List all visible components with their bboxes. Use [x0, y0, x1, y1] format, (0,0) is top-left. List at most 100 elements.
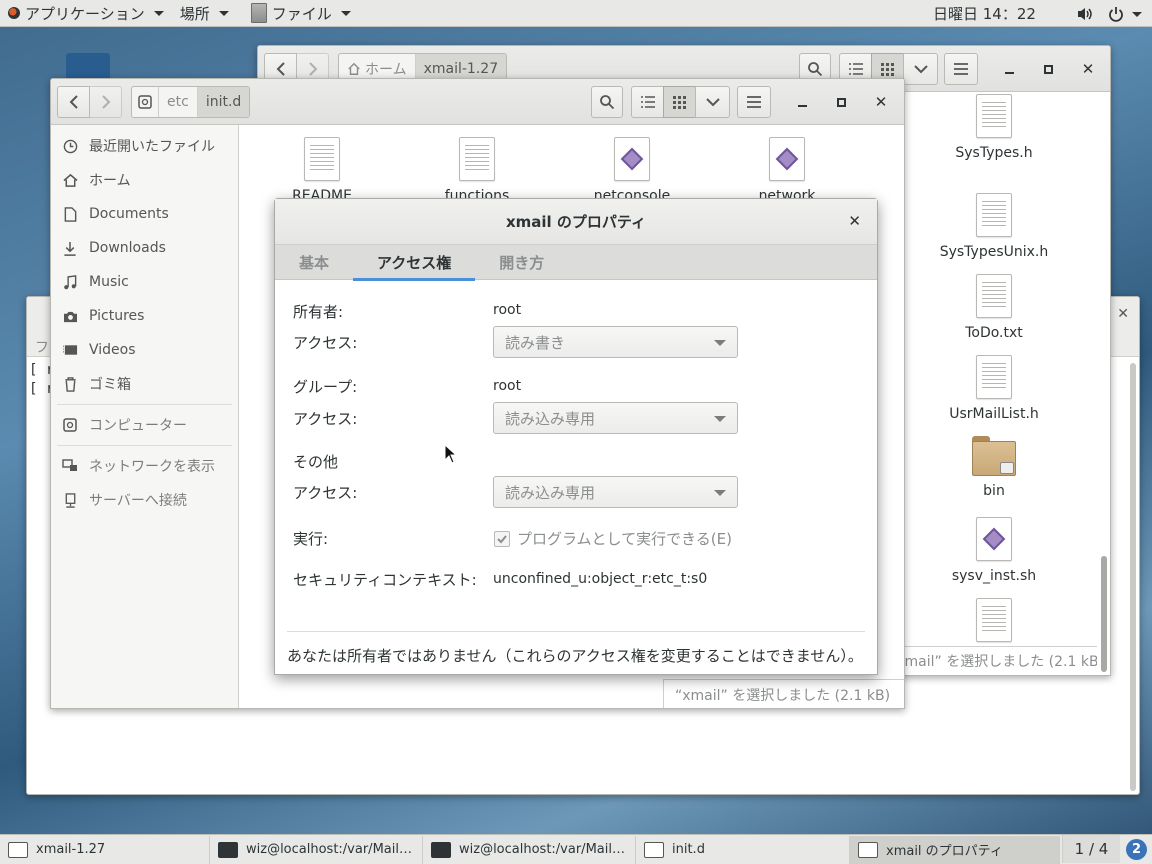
file-name: UsrMailList.h	[949, 406, 1039, 422]
workspace-indicator[interactable]: 1 / 4	[1062, 835, 1120, 863]
hamburger-icon	[747, 96, 761, 108]
chevron-down-icon	[218, 10, 229, 16]
sidebar-item-computer[interactable]: コンピューター	[51, 408, 238, 442]
document-icon	[976, 355, 1012, 399]
task-properties-dialog[interactable]: xmail のプロパティ	[850, 835, 1060, 864]
help-badge-label: 2	[1131, 842, 1142, 857]
view-options-button[interactable]	[695, 86, 730, 118]
breadcrumb: etc init.d	[131, 86, 251, 118]
applications-menu[interactable]: アプリケーション	[0, 0, 172, 27]
desktop-home-icon[interactable]	[66, 53, 110, 81]
places-menu-label: 場所	[179, 4, 210, 23]
sidebar-item-downloads[interactable]: Downloads	[51, 231, 238, 265]
sidebar-item-label: ネットワークを表示	[89, 459, 215, 475]
sidebar-item-documents[interactable]: Documents	[51, 197, 238, 231]
task-terminal-2[interactable]: wiz@localhost:/var/Mail…	[423, 835, 636, 864]
folder-item[interactable]: bin	[939, 436, 1049, 499]
breadcrumb-root[interactable]	[132, 87, 159, 117]
others-access-label: アクセス:	[293, 484, 358, 502]
tab-bar: 基本 アクセス権 開き方	[275, 245, 877, 281]
file-item[interactable]: sysv_inst.sh	[939, 517, 1049, 584]
owner-access-label: アクセス:	[293, 334, 358, 352]
properties-dialog[interactable]: xmail のプロパティ ✕ 基本 アクセス権 開き方 所有者: root アク…	[274, 198, 878, 675]
minimize-button[interactable]	[791, 91, 813, 113]
script-icon	[976, 517, 1012, 561]
hamburger-icon	[954, 63, 968, 75]
sidebar-item-label: ホーム	[89, 173, 131, 189]
sidebar-item-network[interactable]: ネットワークを表示	[51, 449, 238, 483]
file-item[interactable]: functions	[422, 137, 532, 204]
document-icon	[61, 205, 79, 223]
file-item[interactable]: ToDo.txt	[939, 274, 1049, 341]
forward-button[interactable]	[89, 86, 122, 118]
dialog-close-button[interactable]: ✕	[848, 212, 861, 230]
maximize-button[interactable]	[1037, 58, 1059, 80]
file-item[interactable]	[939, 598, 1049, 642]
menu-button[interactable]	[737, 86, 771, 118]
sidebar-item-trash[interactable]: ゴミ箱	[51, 367, 238, 401]
terminal-scrollbar[interactable]	[1130, 363, 1136, 791]
download-icon	[61, 239, 79, 257]
search-button[interactable]	[591, 86, 623, 118]
close-button[interactable]: ✕	[1077, 58, 1099, 80]
task-initd-folder[interactable]: init.d	[636, 835, 850, 864]
help-badge[interactable]: 2	[1126, 839, 1147, 860]
exec-checkbox[interactable]: プログラムとして実行できる(E)	[494, 528, 732, 549]
close-button[interactable]: ✕	[870, 91, 892, 113]
server-icon	[61, 491, 79, 509]
vertical-scrollbar[interactable]	[1101, 556, 1107, 672]
places-menu[interactable]: 場所	[172, 0, 237, 27]
menu-button[interactable]	[944, 53, 978, 85]
others-access-select[interactable]: 読み込み専用	[493, 476, 738, 508]
minimize-icon	[1004, 72, 1014, 74]
search-icon	[600, 95, 615, 110]
file-item[interactable]: network	[732, 137, 842, 204]
sidebar-item-label: サーバーへ接続	[89, 493, 187, 509]
tab-permissions[interactable]: アクセス権	[353, 245, 476, 281]
video-icon	[61, 341, 79, 359]
workspace-label: 1 / 4	[1074, 840, 1109, 858]
sidebar-item-pictures[interactable]: Pictures	[51, 299, 238, 333]
exec-label: 実行:	[293, 530, 329, 548]
tab-open-with[interactable]: 開き方	[475, 245, 568, 280]
sidebar-item-label: 最近開いたファイル	[89, 139, 215, 155]
tab-basic[interactable]: 基本	[275, 245, 353, 280]
sidebar-item-recent[interactable]: 最近開いたファイル	[51, 129, 238, 163]
file-name: SysTypes.h	[955, 145, 1033, 161]
file-item[interactable]: README	[267, 137, 377, 204]
owner-value: root	[493, 302, 522, 318]
file-item[interactable]: SysTypesUnix.h	[939, 193, 1049, 260]
back-button[interactable]	[57, 86, 90, 118]
file-item[interactable]: UsrMailList.h	[939, 355, 1049, 422]
files-app-menu[interactable]: ファイル	[243, 0, 359, 27]
group-access-select[interactable]: 読み込み専用	[493, 402, 738, 434]
sidebar-item-home[interactable]: ホーム	[51, 163, 238, 197]
view-options-button[interactable]	[903, 53, 938, 85]
home-icon	[61, 171, 79, 189]
maximize-button[interactable]	[830, 91, 852, 113]
breadcrumb-item[interactable]: etc	[159, 87, 198, 117]
dialog-separator	[287, 631, 865, 632]
task-xmail-folder[interactable]: xmail-1.27	[0, 835, 210, 864]
volume-icon[interactable]	[1077, 6, 1093, 22]
sidebar-item-connect-server[interactable]: サーバーへ接続	[51, 483, 238, 517]
owner-access-value: 読み書き	[505, 333, 566, 352]
list-view-button[interactable]	[631, 86, 664, 118]
sidebar-item-label: Downloads	[89, 240, 166, 256]
task-label: xmail-1.27	[36, 842, 106, 857]
terminal-close-icon[interactable]: ✕	[1117, 306, 1129, 322]
owner-access-select[interactable]: 読み書き	[493, 326, 738, 358]
breadcrumb-current[interactable]: init.d	[197, 87, 250, 117]
system-menu[interactable]	[1108, 5, 1146, 23]
grid-view-button[interactable]	[663, 86, 696, 118]
file-item[interactable]: SysTypes.h	[939, 94, 1049, 161]
sidebar-item-label: Music	[89, 274, 129, 290]
minimize-button[interactable]	[998, 58, 1020, 80]
sidebar-item-music[interactable]: Music	[51, 265, 238, 299]
file-item[interactable]: netconsole	[577, 137, 687, 204]
task-terminal-1[interactable]: wiz@localhost:/var/Mail…	[210, 835, 423, 864]
document-icon	[976, 193, 1012, 237]
clock[interactable]: 日曜日 14：22	[925, 0, 1044, 27]
task-label: wiz@localhost:/var/Mail…	[246, 842, 412, 857]
sidebar-item-videos[interactable]: Videos	[51, 333, 238, 367]
